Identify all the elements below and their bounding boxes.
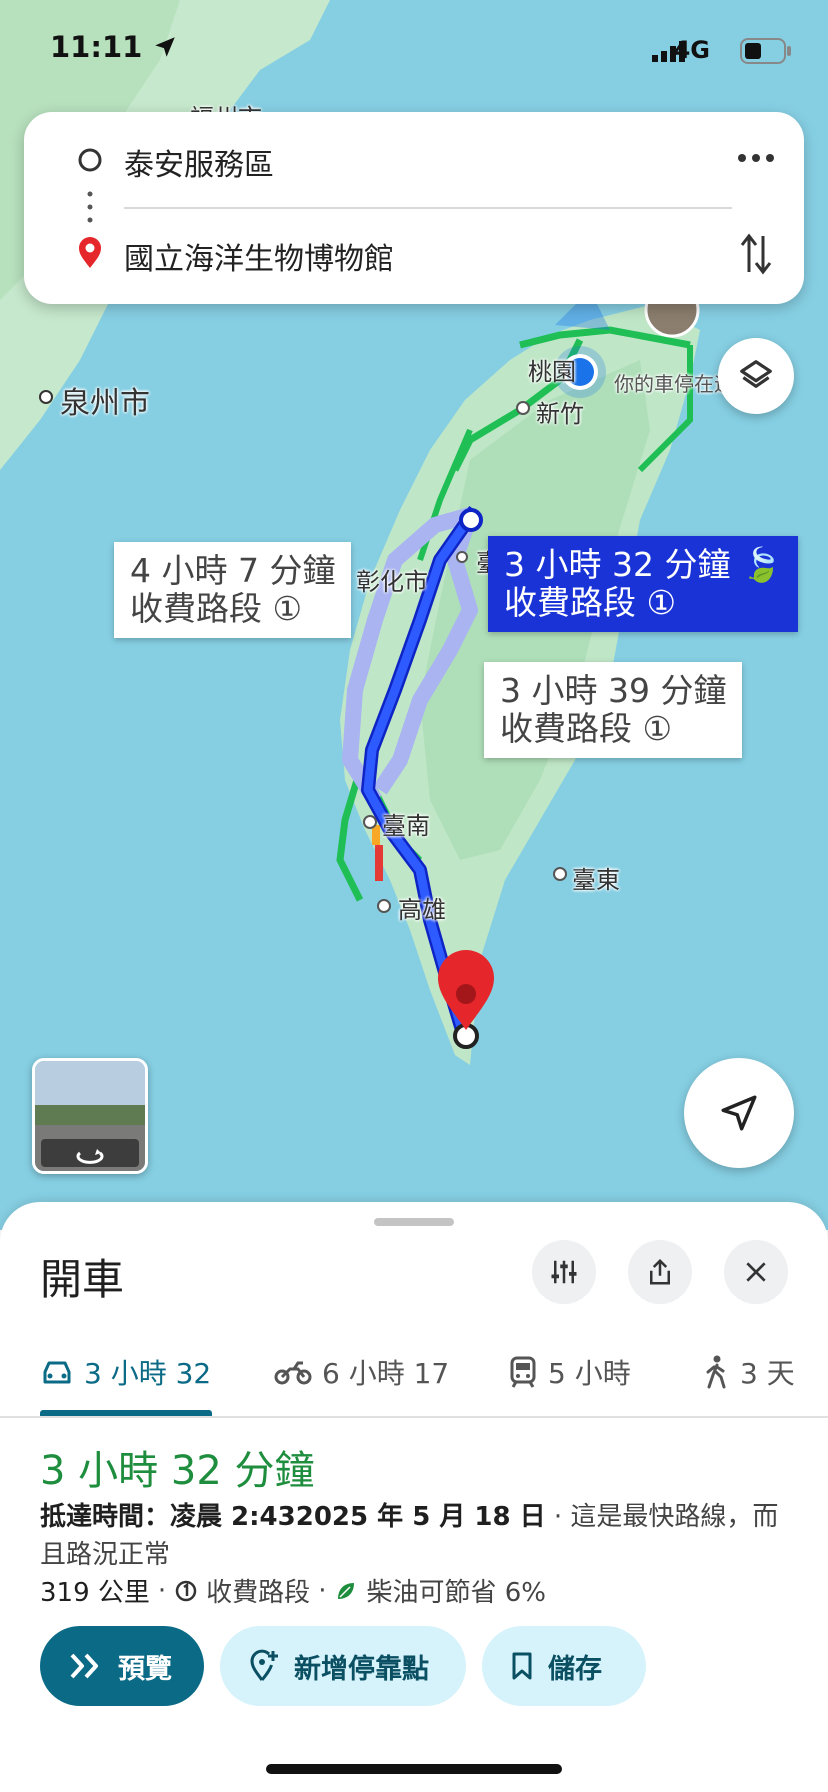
tab-transit-label: 5 小時: [548, 1357, 631, 1390]
sliders-icon: [551, 1260, 577, 1284]
travel-mode-tabs: 3 小時 32 6 小時 17 5 小時 3 天: [0, 1330, 828, 1418]
route-note: 收費路段: [130, 589, 262, 628]
tab-transit[interactable]: 5 小時: [508, 1352, 631, 1392]
route-time: 3 小時 32 分鐘: [504, 545, 731, 584]
map-label-quanzhou: 泉州市: [60, 386, 150, 421]
battery-icon: [740, 38, 791, 64]
add-stop-label: 新增停靠點: [294, 1653, 429, 1685]
toll-icon: [175, 1580, 197, 1601]
network-type: 4G: [673, 36, 710, 64]
arrival-time: 抵達時間：凌晨 2:432025 年 5 月 18 日: [40, 1502, 546, 1532]
tab-driving[interactable]: 3 小時 32: [40, 1352, 211, 1392]
swap-directions-icon[interactable]: [740, 232, 772, 276]
search-divider: [124, 207, 732, 209]
save-label: 儲存: [548, 1653, 602, 1685]
street-view-thumbnail[interactable]: [32, 1058, 148, 1174]
close-icon: [746, 1262, 766, 1282]
active-tab-indicator: [40, 1410, 212, 1416]
route-arrival-detail: 抵達時間：凌晨 2:432025 年 5 月 18 日 · 這是最快路線，而且路…: [40, 1498, 780, 1574]
add-stop-pin-icon: [250, 1649, 278, 1681]
motorcycle-icon: [274, 1361, 312, 1385]
route-bubble-alt-2[interactable]: 3 小時 39 分鐘 收費路段 ①: [484, 662, 743, 758]
add-stop-button[interactable]: 新增停靠點: [220, 1626, 466, 1706]
fuel-saving: 柴油可節省 6%: [366, 1578, 546, 1608]
map-label-hsinchu: 新竹: [536, 400, 584, 428]
destination-pin-icon: [79, 237, 101, 268]
train-icon: [510, 1356, 536, 1388]
tab-motorcycle-label: 6 小時 17: [322, 1357, 450, 1390]
origin-field[interactable]: 泰安服務區: [124, 140, 274, 184]
toll-icon: ①: [646, 583, 677, 622]
route-time: 4 小時 7 分鐘: [130, 551, 336, 590]
toll-icon: ①: [642, 709, 673, 748]
route-distance: 319 公里: [40, 1578, 150, 1608]
map-label-kaohsiung: 高雄: [398, 896, 446, 924]
tab-motorcycle[interactable]: 6 小時 17: [274, 1352, 449, 1392]
tab-driving-label: 3 小時 32: [84, 1357, 212, 1390]
map-label-taitung: 臺東: [572, 866, 620, 894]
bookmark-icon: [512, 1652, 532, 1680]
route-options-button[interactable]: [532, 1240, 596, 1304]
route-bubble-alt-1[interactable]: 4 小時 7 分鐘 收費路段 ①: [114, 542, 352, 638]
destination-field[interactable]: 國立海洋生物博物館: [124, 234, 394, 278]
walk-icon: [706, 1355, 726, 1389]
location-arrow-icon: [155, 37, 176, 57]
tab-walking-label: 3 天: [740, 1357, 795, 1390]
car-icon: [43, 1361, 71, 1384]
route-note: 收費路段: [500, 709, 632, 748]
layers-button[interactable]: [718, 338, 794, 414]
directions-sheet[interactable]: 開車 3 小時 32 6 小時 17 5 小時 3 天 3 小時 32 分鐘 抵…: [0, 1202, 828, 1792]
double-chevron-icon: [70, 1653, 98, 1679]
route-bubble-fastest[interactable]: 3 小時 32 分鐘 🍃 收費路段 ①: [488, 536, 799, 632]
save-button[interactable]: 儲存: [482, 1626, 646, 1706]
sheet-title: 開車: [40, 1255, 125, 1304]
layers-icon: [740, 360, 772, 388]
street-view-image: [35, 1061, 145, 1171]
preview-label: 預覽: [118, 1653, 172, 1685]
separator: ·: [157, 1575, 167, 1606]
preview-button[interactable]: 預覽: [40, 1626, 204, 1706]
tab-walking[interactable]: 3 天: [702, 1352, 795, 1392]
directions-card: 泰安服務區 國立海洋生物博物館: [24, 112, 804, 304]
route-toll: 收費路段: [206, 1578, 311, 1608]
eco-leaf-icon: [338, 1582, 355, 1599]
route-meta: 319 公里 · 收費路段 · 柴油可節省 6%: [40, 1572, 546, 1609]
home-indicator[interactable]: [266, 1764, 562, 1774]
share-button[interactable]: [628, 1240, 692, 1304]
eco-leaf-icon: 🍃: [740, 545, 783, 584]
route-dots-icon: [87, 191, 93, 223]
more-options-icon[interactable]: [736, 148, 776, 168]
sheet-drag-handle[interactable]: [374, 1218, 454, 1226]
route-note: 收費路段: [504, 583, 636, 622]
recenter-button[interactable]: [684, 1058, 794, 1168]
separator: ·: [318, 1575, 327, 1606]
map-label-parked-car: 你的車停在這: [614, 372, 734, 396]
map-label-taoyuan: 桃園: [528, 358, 576, 386]
close-button[interactable]: [724, 1240, 788, 1304]
share-icon: [650, 1258, 670, 1285]
navigation-arrow-icon: [721, 1095, 757, 1131]
route-time: 3 小時 39 分鐘: [500, 671, 727, 710]
origin-circle-icon: [78, 148, 102, 172]
route-duration: 3 小時 32 分鐘: [40, 1448, 315, 1494]
map-view[interactable]: 福州市 泉州市 桃園 新竹 你的車停在這 彰化市 臺 臺南 高雄 臺東 3 小時…: [0, 0, 828, 1230]
status-time: 11:11: [50, 30, 178, 64]
map-label-tainan: 臺南: [382, 812, 430, 840]
toll-icon: ①: [272, 589, 303, 628]
status-bar: 11:11 4G: [0, 0, 828, 100]
map-label-changhua: 彰化市: [356, 568, 428, 596]
